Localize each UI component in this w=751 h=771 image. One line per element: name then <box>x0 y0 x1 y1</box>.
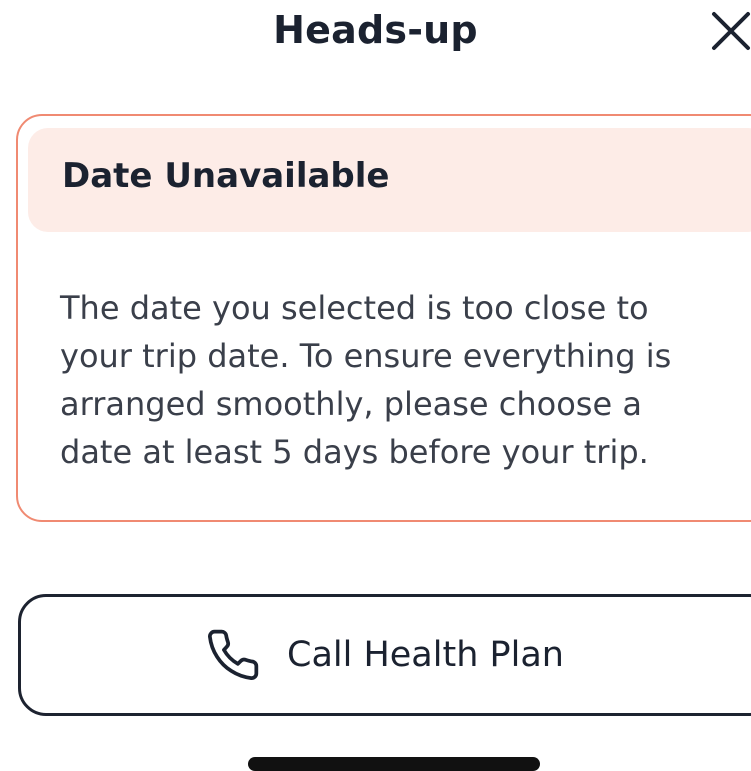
close-icon <box>712 12 750 50</box>
close-button[interactable] <box>705 6 751 58</box>
call-health-plan-button[interactable]: Call Health Plan <box>18 594 751 716</box>
alert-title-bar: Date Unavailable <box>28 128 751 232</box>
date-unavailable-alert: Date Unavailable The date you selected i… <box>16 114 751 522</box>
call-button-label: Call Health Plan <box>287 635 564 675</box>
home-indicator <box>248 757 540 771</box>
phone-icon <box>208 629 259 680</box>
alert-title: Date Unavailable <box>62 156 390 196</box>
modal-title: Heads-up <box>273 8 478 52</box>
alert-message: The date you selected is too close to yo… <box>60 289 672 471</box>
